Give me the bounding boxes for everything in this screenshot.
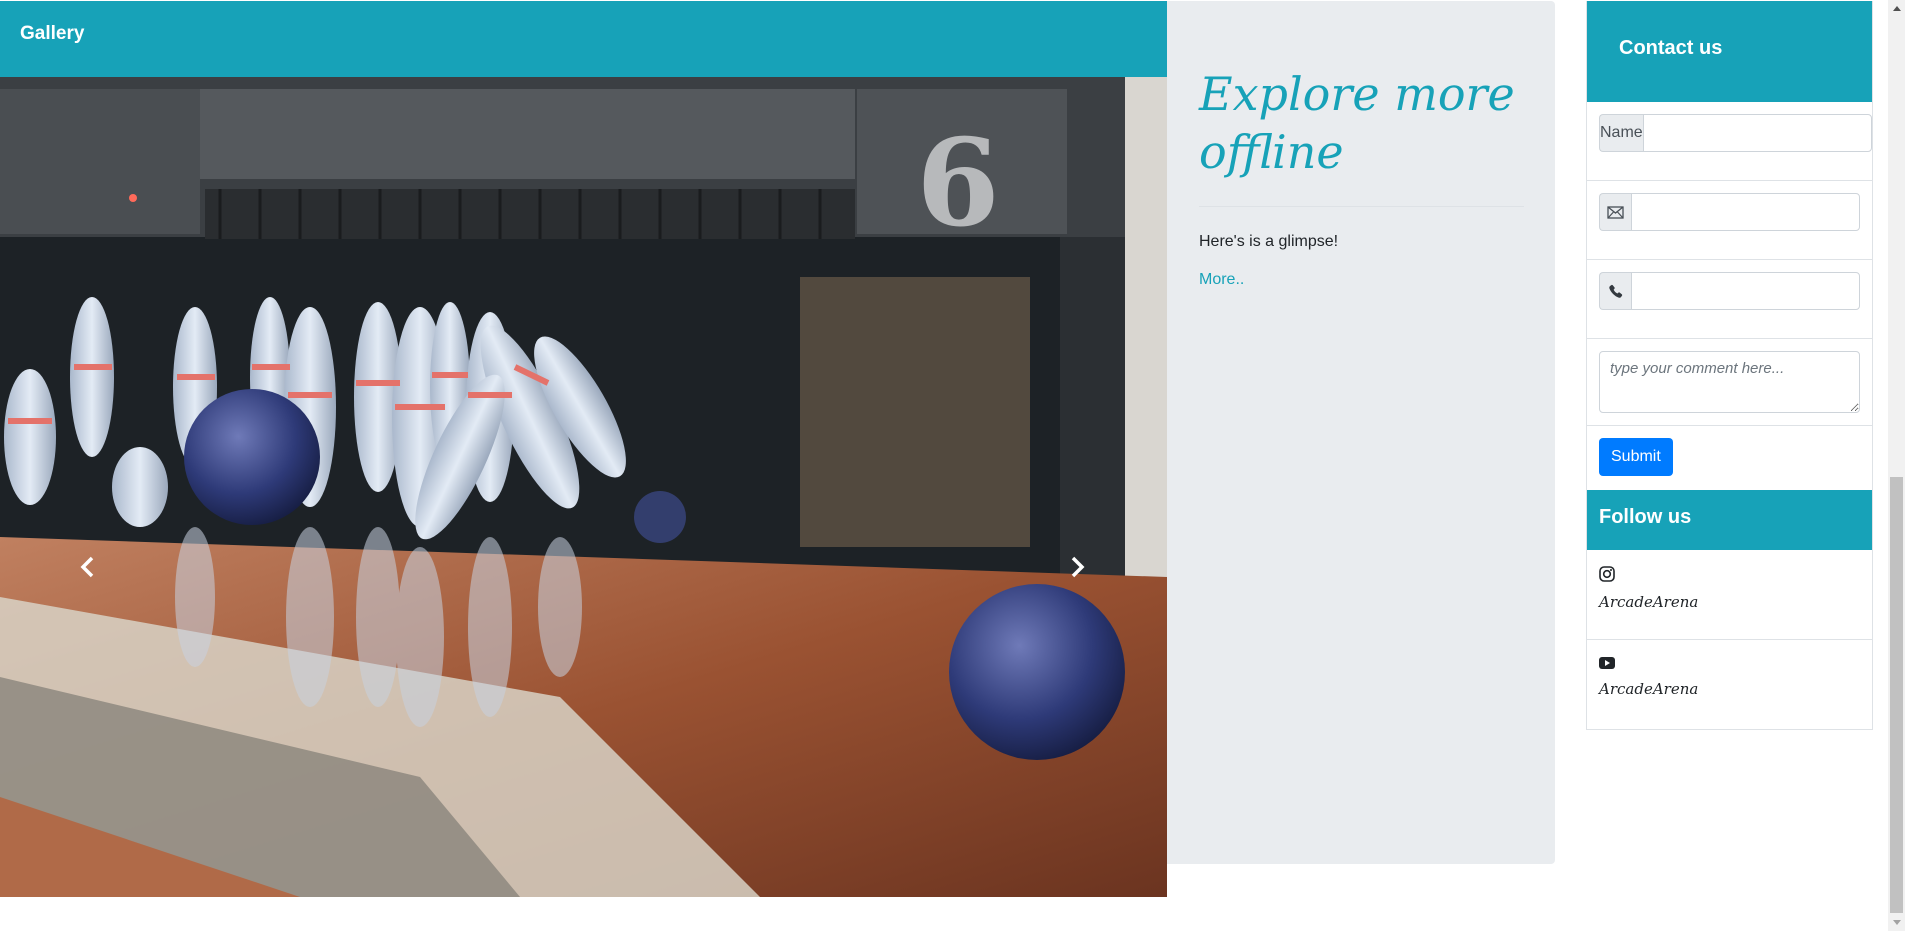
youtube-icon: [1599, 657, 1615, 669]
phone-icon: [1609, 284, 1623, 298]
explore-title: Explore more offline: [1199, 67, 1515, 179]
page-scrollbar[interactable]: [1888, 0, 1905, 931]
gallery-card: Gallery 6: [0, 1, 1167, 897]
lane-number: 6: [916, 113, 1000, 254]
gallery-header: Gallery: [0, 1, 1167, 77]
email-input[interactable]: [1631, 193, 1860, 231]
comment-row: [1587, 339, 1872, 426]
gallery-title: Gallery: [20, 23, 85, 44]
submit-row: Submit: [1587, 426, 1872, 490]
phone-row: [1587, 260, 1872, 339]
carousel-prev-button[interactable]: [68, 547, 108, 587]
scroll-down-arrow[interactable]: [1888, 914, 1905, 931]
email-addon: [1599, 193, 1631, 231]
instagram-row[interactable]: ArcadeArena: [1587, 550, 1872, 640]
gallery-carousel[interactable]: 6: [0, 77, 1167, 897]
submit-button[interactable]: Submit: [1599, 438, 1673, 476]
comment-textarea[interactable]: [1599, 351, 1860, 413]
contact-header: Contact us: [1587, 1, 1872, 102]
explore-divider: [1199, 206, 1524, 207]
explore-card: Explore more offline Here's is a glimpse…: [1167, 1, 1555, 864]
explore-text: Here's is a glimpse!: [1199, 233, 1339, 250]
chevron-left-icon: [80, 556, 94, 578]
triangle-up-icon: [1892, 6, 1901, 11]
email-input-group: [1599, 193, 1860, 231]
name-row: Name: [1587, 102, 1872, 181]
name-input-group: Name: [1599, 114, 1872, 152]
email-row: [1587, 181, 1872, 260]
contact-title: Contact us: [1619, 37, 1723, 59]
instagram-icon: [1599, 566, 1615, 582]
scroll-up-arrow[interactable]: [1888, 0, 1905, 17]
bowling-lane-image: 6: [0, 77, 1167, 897]
name-label: Name: [1599, 114, 1643, 152]
instagram-handle[interactable]: ArcadeArena: [1599, 593, 1860, 611]
follow-header: Follow us: [1587, 490, 1872, 550]
more-link[interactable]: More..: [1199, 271, 1244, 288]
phone-input[interactable]: [1631, 272, 1860, 310]
envelope-icon: [1607, 205, 1624, 219]
triangle-down-icon: [1892, 920, 1901, 925]
scroll-thumb[interactable]: [1890, 477, 1903, 913]
chevron-right-icon: [1071, 556, 1085, 578]
sidebar: Contact us Name Submit Follow us: [1586, 1, 1873, 730]
phone-input-group: [1599, 272, 1860, 310]
follow-title: Follow us: [1599, 506, 1692, 528]
carousel-next-button[interactable]: [1057, 547, 1097, 587]
phone-addon: [1599, 272, 1631, 310]
youtube-row[interactable]: ArcadeArena: [1587, 640, 1872, 730]
youtube-handle[interactable]: ArcadeArena: [1599, 680, 1860, 698]
name-input[interactable]: [1642, 114, 1872, 152]
